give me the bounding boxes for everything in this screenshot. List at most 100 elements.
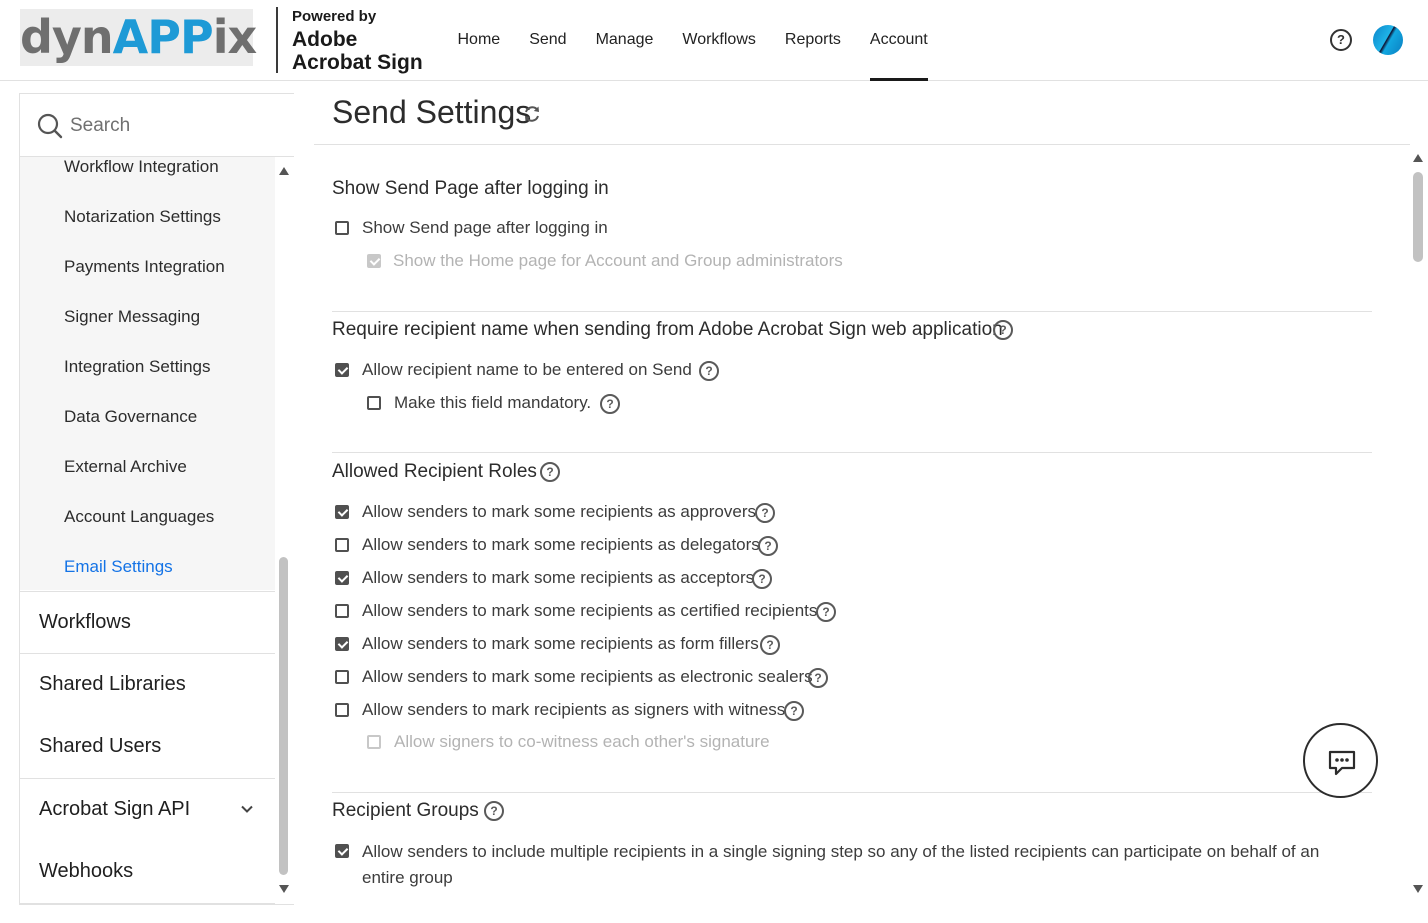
checkbox-role-form-fillers[interactable]	[335, 637, 349, 651]
section-heading-recipient-roles: Allowed Recipient Roles	[332, 461, 537, 482]
option-label: Show the Home page for Account and Group…	[393, 251, 843, 270]
help-icon[interactable]: ?	[758, 536, 778, 556]
chat-button[interactable]	[1303, 723, 1378, 798]
settings-content: Show Send Page after logging in Show Sen…	[314, 145, 1410, 923]
content-scrollbar-thumb[interactable]	[1413, 172, 1423, 262]
sidebar-item-account-languages[interactable]: Account Languages	[64, 507, 214, 527]
help-icon[interactable]: ?	[755, 503, 775, 523]
sidebar-scroll-up-icon[interactable]	[278, 166, 290, 176]
nav-manage[interactable]: Manage	[581, 0, 668, 81]
sidebar-item-label: Webhooks	[39, 860, 134, 882]
option-label: Allow senders to mark some recipients as…	[362, 568, 755, 587]
section-heading-recipient-name: Require recipient name when sending from…	[332, 319, 1003, 340]
sidebar-item-webhooks[interactable]: Webhooks	[20, 841, 275, 904]
checkbox-role-acceptors[interactable]	[335, 571, 349, 585]
refresh-icon[interactable]	[522, 104, 542, 124]
section-divider	[332, 452, 1372, 453]
checkbox-allow-recipient-name[interactable]	[335, 363, 349, 377]
powered-by-block: Powered by Adobe Acrobat Sign	[292, 9, 423, 74]
sidebar-item-label: Acrobat Sign API	[39, 798, 191, 820]
sidebar-item-workflow-integration[interactable]: Workflow Integration	[64, 157, 219, 177]
content-scroll-down-icon[interactable]	[1412, 884, 1424, 894]
sidebar-scroll-down-icon[interactable]	[278, 884, 290, 894]
nav-send[interactable]: Send	[515, 0, 581, 81]
sidebar-item-label: Shared Libraries	[39, 673, 186, 695]
help-icon[interactable]: ?	[600, 394, 620, 414]
option-label: Allow senders to mark some recipients as…	[362, 535, 760, 554]
help-icon[interactable]: ?	[993, 320, 1013, 340]
checkbox-role-approvers[interactable]	[335, 505, 349, 519]
logo-text-part: ix	[212, 10, 257, 64]
sidebar-item-label: Shared Users	[39, 735, 162, 757]
sidebar-item-notarization-settings[interactable]: Notarization Settings	[64, 207, 221, 227]
help-icon[interactable]: ?	[760, 635, 780, 655]
sidebar-item-external-archive[interactable]: External Archive	[64, 457, 187, 477]
nav-account[interactable]: Account	[855, 0, 942, 81]
checkbox-show-home-page-admins[interactable]	[367, 254, 381, 268]
option-label: Allow senders to mark recipients as sign…	[362, 700, 786, 719]
help-icon[interactable]: ?	[784, 701, 804, 721]
search-input[interactable]	[70, 108, 270, 144]
option-label: Make this field mandatory.	[394, 393, 592, 412]
option-label: Allow senders to mark some recipients as…	[362, 634, 759, 653]
checkbox-show-send-page[interactable]	[335, 221, 349, 235]
sidebar-scrollbar-thumb[interactable]	[279, 557, 288, 875]
logo-text-part: dyn	[20, 10, 114, 64]
main-nav: Home Send Manage Workflows Reports Accou…	[443, 0, 942, 81]
sidebar-item-email-settings[interactable]: Email Settings	[64, 557, 173, 577]
logo-text-part: APP	[112, 10, 214, 64]
option-label: Show Send page after logging in	[362, 218, 608, 237]
sidebar-item-signer-messaging[interactable]: Signer Messaging	[64, 307, 200, 327]
logo-divider	[276, 7, 278, 73]
sidebar-item-workflows[interactable]: Workflows	[20, 591, 275, 654]
checkbox-co-witness[interactable]	[367, 735, 381, 749]
help-icon[interactable]: ?	[752, 569, 772, 589]
page-title: Send Settings	[332, 94, 532, 130]
option-label: Allow senders to mark some recipients as…	[362, 502, 756, 521]
avatar[interactable]	[1373, 25, 1403, 55]
sidebar-item-data-governance[interactable]: Data Governance	[64, 407, 197, 427]
help-icon[interactable]: ?	[699, 361, 719, 381]
section-heading-recipient-groups: Recipient Groups	[332, 800, 479, 821]
help-icon[interactable]: ?	[540, 462, 560, 482]
nav-workflows[interactable]: Workflows	[668, 0, 771, 81]
sidebar-item-payments-integration[interactable]: Payments Integration	[64, 257, 225, 277]
checkbox-role-certified-recipients[interactable]	[335, 604, 349, 618]
account-settings-list: Workflow Integration Notarization Settin…	[20, 157, 275, 590]
option-label: Allow recipient name to be entered on Se…	[362, 360, 692, 379]
option-label: Allow senders to include multiple recipi…	[362, 842, 1320, 887]
content-scroll-up-icon[interactable]	[1412, 153, 1424, 163]
sidebar-item-integration-settings[interactable]: Integration Settings	[64, 357, 210, 377]
help-icon[interactable]: ?	[816, 602, 836, 622]
sidebar: Workflow Integration Notarization Settin…	[19, 93, 294, 905]
chevron-down-icon[interactable]	[241, 803, 253, 815]
dynappix-logo[interactable]: dynAPPix	[20, 9, 257, 66]
option-label: Allow senders to mark some recipients as…	[362, 667, 813, 686]
sidebar-item-shared-libraries[interactable]: Shared Libraries	[20, 654, 275, 717]
section-divider	[332, 792, 1372, 793]
checkbox-field-mandatory[interactable]	[367, 396, 381, 410]
option-label: Allow signers to co-witness each other's…	[394, 732, 770, 751]
checkbox-role-signers-with-witness[interactable]	[335, 703, 349, 717]
checkbox-recipient-groups[interactable]	[335, 844, 349, 858]
checkbox-role-delegators[interactable]	[335, 538, 349, 552]
sidebar-item-acrobat-sign-api[interactable]: Acrobat Sign API	[20, 779, 275, 842]
chat-icon	[1328, 750, 1356, 776]
help-icon[interactable]: ?	[1330, 29, 1352, 51]
help-icon[interactable]: ?	[484, 801, 504, 821]
option-label: Allow senders to mark some recipients as…	[362, 601, 818, 620]
section-divider	[332, 311, 1372, 312]
top-bar: dynAPPix Powered by Adobe Acrobat Sign H…	[0, 0, 1428, 81]
help-icon[interactable]: ?	[808, 668, 828, 688]
sidebar-item-shared-users[interactable]: Shared Users	[20, 716, 275, 779]
section-heading-send-page: Show Send Page after logging in	[332, 178, 609, 199]
search-box	[20, 94, 294, 157]
nav-home[interactable]: Home	[443, 0, 515, 81]
checkbox-role-electronic-sealers[interactable]	[335, 670, 349, 684]
sidebar-item-label: Workflows	[39, 611, 131, 633]
powered-by-label: Powered by	[292, 8, 377, 25]
nav-reports[interactable]: Reports	[770, 0, 855, 81]
product-name-line1: Adobe	[292, 28, 358, 51]
product-name-line2: Acrobat Sign	[292, 51, 423, 74]
search-icon	[37, 113, 63, 139]
